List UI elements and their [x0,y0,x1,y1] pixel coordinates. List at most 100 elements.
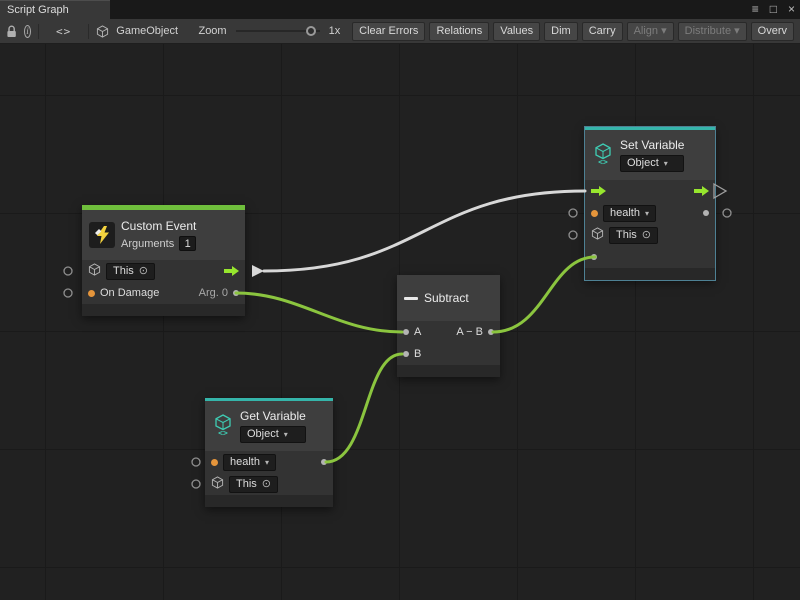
port-row-target: This ⊙ [205,473,333,495]
gameobject-cube-icon [211,476,224,492]
info-icon[interactable]: i [24,25,31,38]
chevron-down-icon: ▾ [265,456,269,469]
gameobject-icon [96,25,109,38]
variable-name-value: health [230,456,260,469]
value-output-port[interactable] [703,210,709,216]
outer-port-ring[interactable] [192,480,200,488]
zoom-label: Zoom [198,25,226,37]
tab-script-graph[interactable]: Script Graph [0,0,110,19]
set-variable-header[interactable]: <> Set Variable Object ▾ [585,130,715,180]
wire-event-flow[interactable] [264,191,585,271]
distribute-button: Distribute ▾ [678,22,747,41]
subtract-header[interactable]: Subtract [397,275,500,321]
target-object-value: This [113,265,134,278]
arguments-count-field[interactable]: 1 [179,236,196,251]
graph-canvas[interactable]: Custom Event Arguments 1 This ⊙ [0,44,800,600]
code-icon[interactable]: <> [46,25,81,38]
gameobject-label[interactable]: GameObject [116,25,178,37]
variable-name-dropdown[interactable]: health ▾ [603,205,656,222]
port-row-target: This ⊙ [82,260,245,282]
gameobject-cube-icon [591,227,604,243]
input-b-port[interactable] [403,351,409,357]
object-picker-icon[interactable]: ⊙ [139,266,148,277]
node-set-variable[interactable]: <> Set Variable Object ▾ health ▾ [585,127,715,280]
result-output-port[interactable] [488,329,494,335]
event-name-port[interactable] [88,290,95,297]
variable-name-port[interactable] [591,210,598,217]
port-row-b: B [397,343,500,365]
object-picker-icon[interactable]: ⊙ [642,230,651,241]
maximize-icon[interactable]: □ [770,0,777,19]
scope-value: Object [627,157,659,170]
wire-subtract-to-setvariable[interactable] [493,257,595,332]
align-button: Align ▾ [627,22,674,41]
port-row-target: This ⊙ [585,224,715,246]
target-object-value: This [236,478,257,491]
port-row-a: A A − B [397,321,500,343]
target-object-field[interactable]: This ⊙ [609,227,658,244]
event-name-label: On Damage [100,287,159,299]
zoom-slider-handle[interactable] [306,26,316,36]
variable-scope-dropdown[interactable]: Object ▾ [240,426,306,443]
outer-port-ring[interactable] [569,209,577,217]
relations-button[interactable]: Relations [429,22,489,41]
carry-button[interactable]: Carry [582,22,623,41]
node-title: Subtract [424,291,469,305]
variable-name-port[interactable] [211,459,218,466]
get-variable-header[interactable]: <> Get Variable Object ▾ [205,401,333,451]
new-value-input-port[interactable] [591,254,597,260]
lock-icon[interactable] [6,25,17,38]
value-output-port[interactable] [321,459,327,465]
input-a-port[interactable] [403,329,409,335]
flow-input-port[interactable] [591,186,606,196]
tab-title: Script Graph [7,4,69,16]
scope-value: Object [247,428,279,441]
wire-arg0-to-subtract-a[interactable] [236,293,402,332]
variable-name-dropdown[interactable]: health ▾ [223,454,276,471]
arg0-output-port[interactable] [233,290,239,296]
node-custom-event[interactable]: Custom Event Arguments 1 This ⊙ [82,205,245,316]
port-row-value-input [585,246,715,268]
dim-button[interactable]: Dim [544,22,578,41]
overview-button[interactable]: Overv [751,22,794,41]
node-footer [205,495,333,507]
object-picker-icon[interactable]: ⊙ [262,479,271,490]
node-subtract[interactable]: Subtract A A − B B [397,275,500,377]
outer-port-ring[interactable] [192,458,200,466]
chevron-down-icon: ▾ [645,207,649,220]
custom-event-header[interactable]: Custom Event Arguments 1 [82,210,245,260]
close-icon[interactable]: × [788,0,795,19]
variable-cube-icon: <> [592,143,614,168]
output-label: A − B [456,326,483,338]
node-title: Get Variable [240,409,306,423]
port-row-name: health ▾ [205,451,333,473]
flow-output-port[interactable] [694,186,709,196]
window-menu-icon[interactable]: ≡ [752,0,759,19]
node-get-variable[interactable]: <> Get Variable Object ▾ health ▾ [205,398,333,507]
port-row-flow [585,180,715,202]
port-row-name: health ▾ [585,202,715,224]
subtract-icon [404,297,418,300]
tab-bar: Script Graph ≡ □ × [0,0,800,19]
variable-scope-dropdown[interactable]: Object ▾ [620,155,684,172]
node-footer [397,365,500,377]
wire-getvariable-to-subtract-b[interactable] [326,354,402,462]
toolbar-separator [88,24,89,39]
flow-output-port[interactable] [224,266,239,276]
values-button[interactable]: Values [493,22,540,41]
input-a-label: A [414,326,421,338]
target-object-field[interactable]: This ⊙ [229,476,278,493]
outer-port-ring[interactable] [64,267,72,275]
zoom-slider[interactable] [236,25,320,37]
input-b-label: B [414,348,421,360]
outer-port-ring[interactable] [64,289,72,297]
gameobject-cube-icon [88,263,101,279]
custom-event-icon [89,222,115,248]
toolbar-separator [38,24,39,39]
clear-errors-button[interactable]: Clear Errors [352,22,425,41]
target-object-value: This [616,229,637,242]
outer-flow-triangle[interactable] [714,184,726,198]
target-object-field[interactable]: This ⊙ [106,263,155,280]
outer-port-ring[interactable] [723,209,731,217]
outer-port-ring[interactable] [569,231,577,239]
